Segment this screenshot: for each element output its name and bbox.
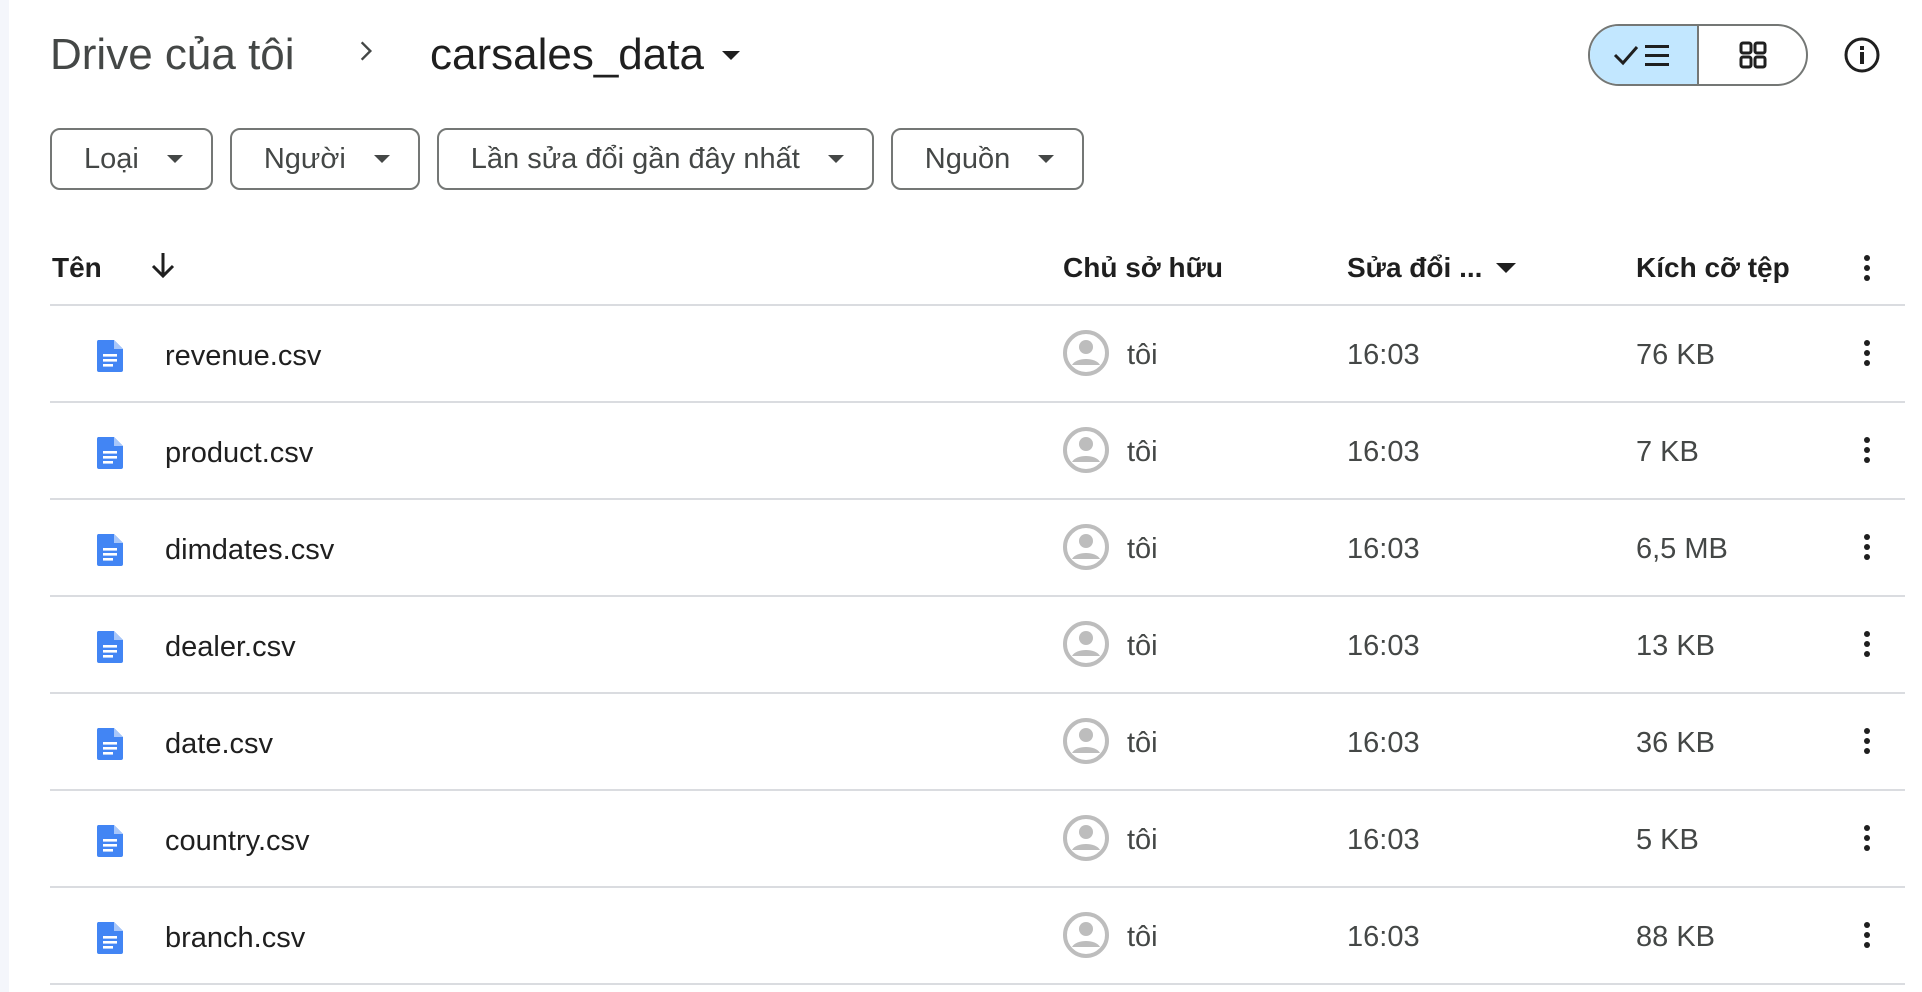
document-icon [96,340,123,372]
more-vert-icon[interactable] [1847,624,1887,664]
column-header-modified[interactable]: Sửa đổi ... [1347,252,1517,284]
grid-icon [1739,41,1766,69]
file-owner: tôi [1127,921,1158,953]
table-header: Tên Chủ sở hữu Sửa đổi ... Kích cỡ tệp [50,232,1905,306]
info-icon[interactable] [1843,36,1881,74]
file-name[interactable]: product.csv [165,437,313,470]
table-row[interactable]: dealer.csv tôi 16:03 13 KB [50,597,1905,694]
folder-title: carsales_data [430,30,704,79]
view-toggle [1588,24,1808,86]
file-size: 36 KB [1636,727,1715,759]
file-owner: tôi [1127,727,1158,759]
left-panel-edge [0,0,9,992]
filter-people-chip[interactable]: Người [229,128,420,190]
document-icon [96,922,123,954]
filter-modified-chip[interactable]: Lần sửa đổi gần đây nhất [436,128,874,190]
breadcrumb-root[interactable]: Drive của tôi [50,30,295,80]
more-vert-icon[interactable] [1847,721,1887,761]
filter-chips: Loại Người Lần sửa đổi gần đây nhất Nguồ… [50,128,1085,190]
file-size: 6,5 MB [1636,533,1728,565]
table-row[interactable]: revenue.csv tôi 16:03 76 KB [50,306,1905,403]
file-size: 5 KB [1636,824,1699,856]
more-vert-icon[interactable] [1847,915,1887,955]
chevron-down-icon [373,155,390,163]
table-row[interactable]: product.csv tôi 16:03 7 KB [50,403,1905,500]
column-header-modified-label: Sửa đổi ... [1347,252,1483,283]
file-owner: tôi [1127,824,1158,856]
more-vert-icon[interactable] [1847,248,1887,288]
filter-source-chip[interactable]: Nguồn [890,128,1085,190]
filter-type-label: Loại [84,142,139,175]
file-size: 76 KB [1636,339,1715,371]
table-body: revenue.csv tôi 16:03 76 KB product.csv tôi 16… [50,306,1905,985]
grid-view-button[interactable] [1699,26,1806,84]
file-size: 13 KB [1636,630,1715,662]
column-header-size[interactable]: Kích cỡ tệp [1636,252,1790,284]
filter-type-chip[interactable]: Loại [50,128,213,190]
column-header-owner[interactable]: Chủ sở hữu [1063,252,1223,284]
breadcrumb-current-folder[interactable]: carsales_data [430,30,740,80]
chevron-down-icon [827,155,844,163]
file-name[interactable]: revenue.csv [165,340,321,373]
person-avatar-icon [1063,330,1109,376]
header: Drive của tôi carsales_data [50,22,1905,90]
person-avatar-icon [1063,718,1109,764]
file-name[interactable]: branch.csv [165,922,305,955]
table-row[interactable]: country.csv tôi 16:03 5 KB [50,791,1905,888]
chevron-down-icon [721,50,740,60]
filter-people-label: Người [263,142,346,175]
arrow-down-icon[interactable] [146,248,180,282]
document-icon [96,437,123,469]
chevron-down-icon [166,155,183,163]
file-name[interactable]: date.csv [165,728,273,761]
file-modified-time: 16:03 [1347,533,1420,565]
file-owner: tôi [1127,533,1158,565]
file-size: 7 KB [1636,436,1699,468]
file-modified-time: 16:03 [1347,921,1420,953]
more-vert-icon[interactable] [1847,818,1887,858]
filter-source-label: Nguồn [924,142,1011,175]
person-avatar-icon [1063,427,1109,473]
table-row[interactable]: dimdates.csv tôi 16:03 6,5 MB [50,500,1905,597]
document-icon [96,728,123,760]
drive-folder-page: Drive của tôi carsales_data Loại Người L… [50,0,1905,992]
more-vert-icon[interactable] [1847,430,1887,470]
file-name[interactable]: dimdates.csv [165,534,334,567]
filter-modified-label: Lần sửa đổi gần đây nhất [470,142,800,175]
more-vert-icon[interactable] [1847,527,1887,567]
file-size: 88 KB [1636,921,1715,953]
file-modified-time: 16:03 [1347,339,1420,371]
chevron-right-icon [360,41,373,61]
document-icon [96,534,123,566]
list-view-button[interactable] [1590,26,1699,84]
table-row[interactable]: date.csv tôi 16:03 36 KB [50,694,1905,791]
file-owner: tôi [1127,630,1158,662]
checkmark-list-icon [1613,45,1669,66]
file-owner: tôi [1127,339,1158,371]
file-table: Tên Chủ sở hữu Sửa đổi ... Kích cỡ tệp r… [50,232,1905,985]
file-modified-time: 16:03 [1347,630,1420,662]
document-icon [96,631,123,663]
file-owner: tôi [1127,436,1158,468]
file-modified-time: 16:03 [1347,436,1420,468]
chevron-down-icon [1038,155,1055,163]
person-avatar-icon [1063,524,1109,570]
table-row[interactable]: branch.csv tôi 16:03 88 KB [50,888,1905,985]
caret-down-icon [1496,263,1517,273]
person-avatar-icon [1063,912,1109,958]
file-modified-time: 16:03 [1347,824,1420,856]
file-name[interactable]: country.csv [165,825,310,858]
more-vert-icon[interactable] [1847,333,1887,373]
column-header-name[interactable]: Tên [52,252,102,284]
document-icon [96,825,123,857]
file-name[interactable]: dealer.csv [165,631,296,664]
person-avatar-icon [1063,621,1109,667]
file-modified-time: 16:03 [1347,727,1420,759]
person-avatar-icon [1063,815,1109,861]
